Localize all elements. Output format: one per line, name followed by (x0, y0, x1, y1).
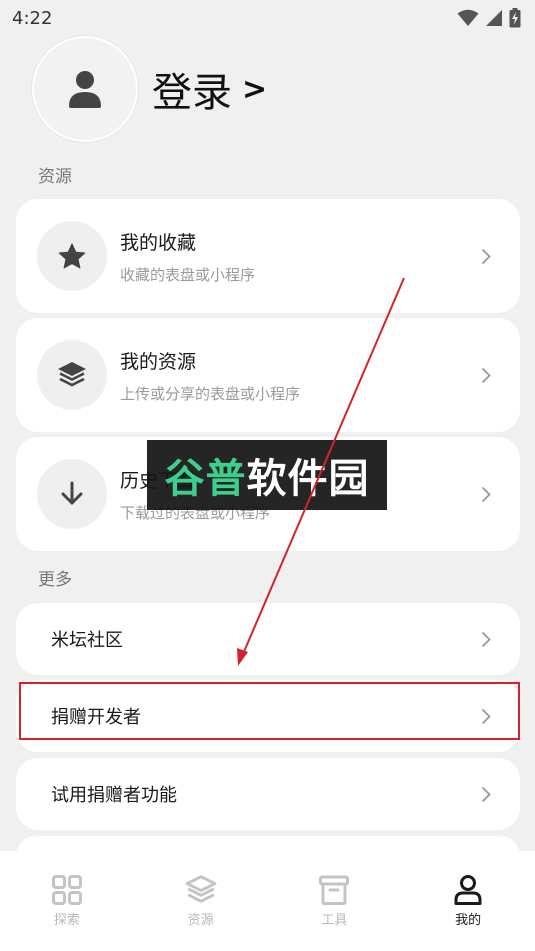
login-chevron: > (242, 71, 268, 107)
trial-donor-features-title: 试用捐赠者功能 (51, 785, 177, 806)
section-label-resources: 资源 (38, 167, 72, 187)
layers-icon (58, 362, 86, 387)
section-label-more: 更多 (38, 570, 72, 590)
user-icon (454, 875, 482, 905)
download-history-icon-circle (37, 459, 107, 529)
my-resources-subtitle: 上传或分享的表盘或小程序 (120, 384, 301, 403)
login-link[interactable]: 登录 > (152, 60, 267, 118)
chevron-right-icon (481, 486, 495, 503)
status-bar: 4:22 (0, 0, 535, 36)
tab-tools[interactable]: 工具 (268, 851, 402, 951)
watermark-text-white: 软件园 (246, 456, 370, 502)
community-item[interactable]: 米坛社区 (16, 603, 520, 675)
tab-tools-label: 工具 (321, 913, 348, 928)
battery-charging-icon (509, 8, 521, 28)
my-resources-card[interactable]: 我的资源 上传或分享的表盘或小程序 (16, 318, 520, 432)
status-icons (457, 8, 521, 28)
tab-mine[interactable]: 我的 (401, 851, 535, 951)
status-time: 4:22 (12, 7, 53, 29)
wifi-icon (457, 9, 479, 26)
grid-icon (51, 875, 82, 905)
user-icon (69, 71, 101, 108)
favorites-title: 我的收藏 (120, 231, 197, 254)
cellular-signal-icon (486, 10, 502, 26)
chevron-right-icon (481, 367, 495, 384)
trial-donor-features-item[interactable]: 试用捐赠者功能 (16, 758, 520, 830)
favorites-subtitle: 收藏的表盘或小程序 (120, 265, 256, 284)
tab-mine-label: 我的 (455, 913, 482, 928)
bottom-tab-bar: 探索 资源 工具 我的 (0, 851, 535, 951)
star-icon (58, 242, 86, 268)
tab-resources-label: 资源 (187, 913, 214, 928)
favorites-card[interactable]: 我的收藏 收藏的表盘或小程序 (16, 199, 520, 313)
donate-developer-item[interactable]: 捐赠开发者 (16, 680, 520, 752)
layers-icon (185, 875, 216, 903)
toolbox-icon (319, 875, 350, 905)
login-label: 登录 (152, 70, 232, 116)
tab-explore-label: 探索 (53, 913, 80, 928)
watermark-logo: 谷普 软件园 (147, 440, 387, 510)
download-icon (61, 481, 83, 505)
chevron-right-icon (481, 786, 495, 803)
watermark-text-green: 谷普 (164, 456, 247, 502)
favorites-icon-circle (37, 221, 107, 291)
avatar[interactable] (32, 36, 138, 142)
donate-developer-title: 捐赠开发者 (51, 707, 141, 728)
my-resources-icon-circle (37, 340, 107, 410)
tab-resources[interactable]: 资源 (134, 851, 268, 951)
chevron-right-icon (481, 708, 495, 725)
my-resources-title: 我的资源 (120, 350, 197, 373)
profile-header[interactable]: 登录 > (32, 36, 267, 142)
chevron-right-icon (481, 631, 495, 648)
chevron-right-icon (481, 248, 495, 265)
tab-explore[interactable]: 探索 (0, 851, 134, 951)
community-title: 米坛社区 (51, 630, 123, 651)
